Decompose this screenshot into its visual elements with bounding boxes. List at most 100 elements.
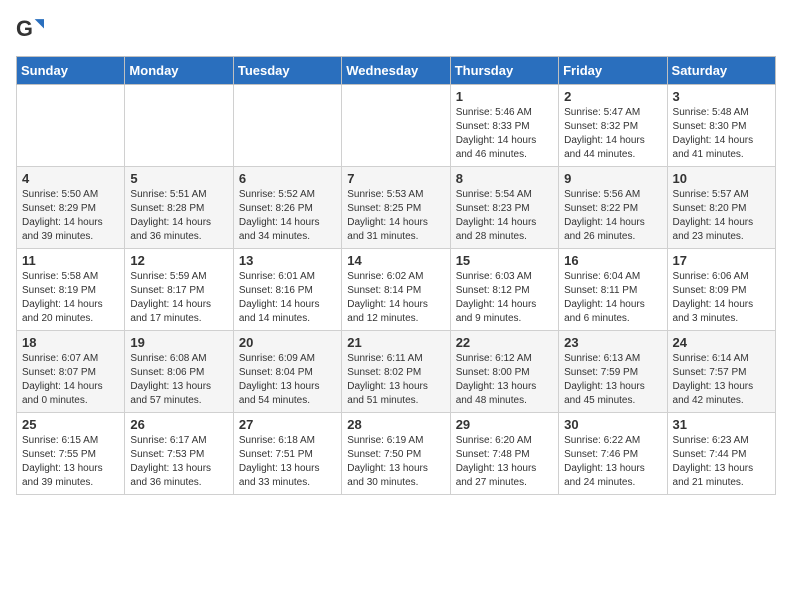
calendar-cell: 13Sunrise: 6:01 AM Sunset: 8:16 PM Dayli… bbox=[233, 249, 341, 331]
day-number: 18 bbox=[22, 335, 119, 350]
day-number: 1 bbox=[456, 89, 553, 104]
day-number: 26 bbox=[130, 417, 227, 432]
calendar-cell: 29 Sunrise: 6:20 AM Sunset: 7:48 PM Dayli… bbox=[450, 413, 558, 495]
weekday-header-thursday: Thursday bbox=[450, 57, 558, 85]
day-info: Sunrise: 6:18 AM Sunset: 7:51 PM Dayligh… bbox=[239, 434, 336, 490]
calendar-cell: 2 Sunrise: 5:47 AM Sunset: 8:32 PM Daylig… bbox=[559, 85, 667, 167]
day-number: 25 bbox=[22, 417, 119, 432]
calendar-cell: 12 Sunrise: 5:59 AM Sunset: 8:17 PM Dayli… bbox=[125, 249, 233, 331]
calendar-cell bbox=[233, 85, 341, 167]
logo: G bbox=[16, 16, 48, 44]
calendar-cell: 15 Sunrise: 6:03 AM Sunset: 8:12 PM Dayli… bbox=[450, 249, 558, 331]
day-info: Sunrise: 6:11 AM Sunset: 8:02 PM Dayligh… bbox=[347, 352, 444, 408]
calendar-week-1: 1 Sunrise: 5:46 AM Sunset: 8:33 PM Daylig… bbox=[17, 85, 776, 167]
calendar-cell: 30Sunrise: 6:22 AM Sunset: 7:46 PM Dayli… bbox=[559, 413, 667, 495]
calendar-cell: 19Sunrise: 6:08 AM Sunset: 8:06 PM Dayli… bbox=[125, 331, 233, 413]
calendar-cell: 27 Sunrise: 6:18 AM Sunset: 7:51 PM Dayli… bbox=[233, 413, 341, 495]
day-number: 3 bbox=[673, 89, 770, 104]
day-number: 15 bbox=[456, 253, 553, 268]
calendar-cell: 22 Sunrise: 6:12 AM Sunset: 8:00 PM Dayli… bbox=[450, 331, 558, 413]
calendar-cell: 23 Sunrise: 6:13 AM Sunset: 7:59 PM Dayli… bbox=[559, 331, 667, 413]
day-number: 7 bbox=[347, 171, 444, 186]
day-info: Sunrise: 6:12 AM Sunset: 8:00 PM Dayligh… bbox=[456, 352, 553, 408]
calendar-cell: 20Sunrise: 6:09 AM Sunset: 8:04 PM Dayli… bbox=[233, 331, 341, 413]
day-info: Sunrise: 6:14 AM Sunset: 7:57 PM Dayligh… bbox=[673, 352, 770, 408]
calendar-cell: 5 Sunrise: 5:51 AM Sunset: 8:28 PM Daylig… bbox=[125, 167, 233, 249]
day-info: Sunrise: 6:22 AM Sunset: 7:46 PM Dayligh… bbox=[564, 434, 661, 490]
calendar-cell: 7 Sunrise: 5:53 AM Sunset: 8:25 PM Daylig… bbox=[342, 167, 450, 249]
day-info: Sunrise: 5:58 AM Sunset: 8:19 PM Dayligh… bbox=[22, 270, 119, 326]
day-info: Sunrise: 6:06 AM Sunset: 8:09 PM Dayligh… bbox=[673, 270, 770, 326]
calendar-week-5: 25 Sunrise: 6:15 AM Sunset: 7:55 PM Dayli… bbox=[17, 413, 776, 495]
day-number: 12 bbox=[130, 253, 227, 268]
calendar-cell: 6 Sunrise: 5:52 AM Sunset: 8:26 PM Daylig… bbox=[233, 167, 341, 249]
day-info: Sunrise: 5:50 AM Sunset: 8:29 PM Dayligh… bbox=[22, 188, 119, 244]
day-info: Sunrise: 5:52 AM Sunset: 8:26 PM Dayligh… bbox=[239, 188, 336, 244]
calendar-cell: 14Sunrise: 6:02 AM Sunset: 8:14 PM Dayli… bbox=[342, 249, 450, 331]
calendar-cell: 4 Sunrise: 5:50 AM Sunset: 8:29 PM Daylig… bbox=[17, 167, 125, 249]
calendar-cell: 18 Sunrise: 6:07 AM Sunset: 8:07 PM Dayli… bbox=[17, 331, 125, 413]
day-number: 14 bbox=[347, 253, 444, 268]
calendar-table: SundayMondayTuesdayWednesdayThursdayFrid… bbox=[16, 56, 776, 495]
day-number: 23 bbox=[564, 335, 661, 350]
day-number: 4 bbox=[22, 171, 119, 186]
day-number: 13 bbox=[239, 253, 336, 268]
weekday-header-saturday: Saturday bbox=[667, 57, 775, 85]
day-number: 9 bbox=[564, 171, 661, 186]
day-number: 17 bbox=[673, 253, 770, 268]
day-info: Sunrise: 5:56 AM Sunset: 8:22 PM Dayligh… bbox=[564, 188, 661, 244]
header: G bbox=[16, 16, 776, 44]
day-number: 28 bbox=[347, 417, 444, 432]
day-number: 2 bbox=[564, 89, 661, 104]
day-info: Sunrise: 6:09 AM Sunset: 8:04 PM Dayligh… bbox=[239, 352, 336, 408]
day-info: Sunrise: 6:15 AM Sunset: 7:55 PM Dayligh… bbox=[22, 434, 119, 490]
weekday-header-monday: Monday bbox=[125, 57, 233, 85]
weekday-header-row: SundayMondayTuesdayWednesdayThursdayFrid… bbox=[17, 57, 776, 85]
day-info: Sunrise: 5:46 AM Sunset: 8:33 PM Dayligh… bbox=[456, 106, 553, 162]
calendar-cell: 11 Sunrise: 5:58 AM Sunset: 8:19 PM Dayli… bbox=[17, 249, 125, 331]
day-info: Sunrise: 5:57 AM Sunset: 8:20 PM Dayligh… bbox=[673, 188, 770, 244]
generalblue-logo-icon: G bbox=[16, 16, 44, 44]
day-number: 5 bbox=[130, 171, 227, 186]
day-info: Sunrise: 5:47 AM Sunset: 8:32 PM Dayligh… bbox=[564, 106, 661, 162]
calendar-cell: 16Sunrise: 6:04 AM Sunset: 8:11 PM Dayli… bbox=[559, 249, 667, 331]
day-number: 6 bbox=[239, 171, 336, 186]
day-info: Sunrise: 6:13 AM Sunset: 7:59 PM Dayligh… bbox=[564, 352, 661, 408]
calendar-cell bbox=[17, 85, 125, 167]
weekday-header-sunday: Sunday bbox=[17, 57, 125, 85]
weekday-header-friday: Friday bbox=[559, 57, 667, 85]
calendar-cell bbox=[342, 85, 450, 167]
calendar-cell: 3Sunrise: 5:48 AM Sunset: 8:30 PM Daylig… bbox=[667, 85, 775, 167]
day-number: 29 bbox=[456, 417, 553, 432]
day-number: 24 bbox=[673, 335, 770, 350]
day-info: Sunrise: 6:20 AM Sunset: 7:48 PM Dayligh… bbox=[456, 434, 553, 490]
day-info: Sunrise: 6:07 AM Sunset: 8:07 PM Dayligh… bbox=[22, 352, 119, 408]
day-info: Sunrise: 6:23 AM Sunset: 7:44 PM Dayligh… bbox=[673, 434, 770, 490]
calendar-cell: 10Sunrise: 5:57 AM Sunset: 8:20 PM Dayli… bbox=[667, 167, 775, 249]
day-number: 19 bbox=[130, 335, 227, 350]
day-info: Sunrise: 6:03 AM Sunset: 8:12 PM Dayligh… bbox=[456, 270, 553, 326]
calendar-cell: 1 Sunrise: 5:46 AM Sunset: 8:33 PM Daylig… bbox=[450, 85, 558, 167]
calendar-week-4: 18 Sunrise: 6:07 AM Sunset: 8:07 PM Dayli… bbox=[17, 331, 776, 413]
day-info: Sunrise: 5:51 AM Sunset: 8:28 PM Dayligh… bbox=[130, 188, 227, 244]
calendar-cell: 25 Sunrise: 6:15 AM Sunset: 7:55 PM Dayli… bbox=[17, 413, 125, 495]
day-info: Sunrise: 5:59 AM Sunset: 8:17 PM Dayligh… bbox=[130, 270, 227, 326]
day-info: Sunrise: 6:17 AM Sunset: 7:53 PM Dayligh… bbox=[130, 434, 227, 490]
day-info: Sunrise: 6:04 AM Sunset: 8:11 PM Dayligh… bbox=[564, 270, 661, 326]
svg-text:G: G bbox=[16, 16, 33, 41]
calendar-cell: 28 Sunrise: 6:19 AM Sunset: 7:50 PM Dayli… bbox=[342, 413, 450, 495]
calendar-cell: 9 Sunrise: 5:56 AM Sunset: 8:22 PM Daylig… bbox=[559, 167, 667, 249]
calendar-week-3: 11 Sunrise: 5:58 AM Sunset: 8:19 PM Dayli… bbox=[17, 249, 776, 331]
day-number: 27 bbox=[239, 417, 336, 432]
day-number: 8 bbox=[456, 171, 553, 186]
day-info: Sunrise: 6:19 AM Sunset: 7:50 PM Dayligh… bbox=[347, 434, 444, 490]
calendar-cell bbox=[125, 85, 233, 167]
day-number: 31 bbox=[673, 417, 770, 432]
calendar-cell: 24 Sunrise: 6:14 AM Sunset: 7:57 PM Dayli… bbox=[667, 331, 775, 413]
day-info: Sunrise: 5:53 AM Sunset: 8:25 PM Dayligh… bbox=[347, 188, 444, 244]
calendar-cell: 21Sunrise: 6:11 AM Sunset: 8:02 PM Dayli… bbox=[342, 331, 450, 413]
calendar-cell: 31 Sunrise: 6:23 AM Sunset: 7:44 PM Dayli… bbox=[667, 413, 775, 495]
day-number: 22 bbox=[456, 335, 553, 350]
day-number: 11 bbox=[22, 253, 119, 268]
day-info: Sunrise: 5:54 AM Sunset: 8:23 PM Dayligh… bbox=[456, 188, 553, 244]
